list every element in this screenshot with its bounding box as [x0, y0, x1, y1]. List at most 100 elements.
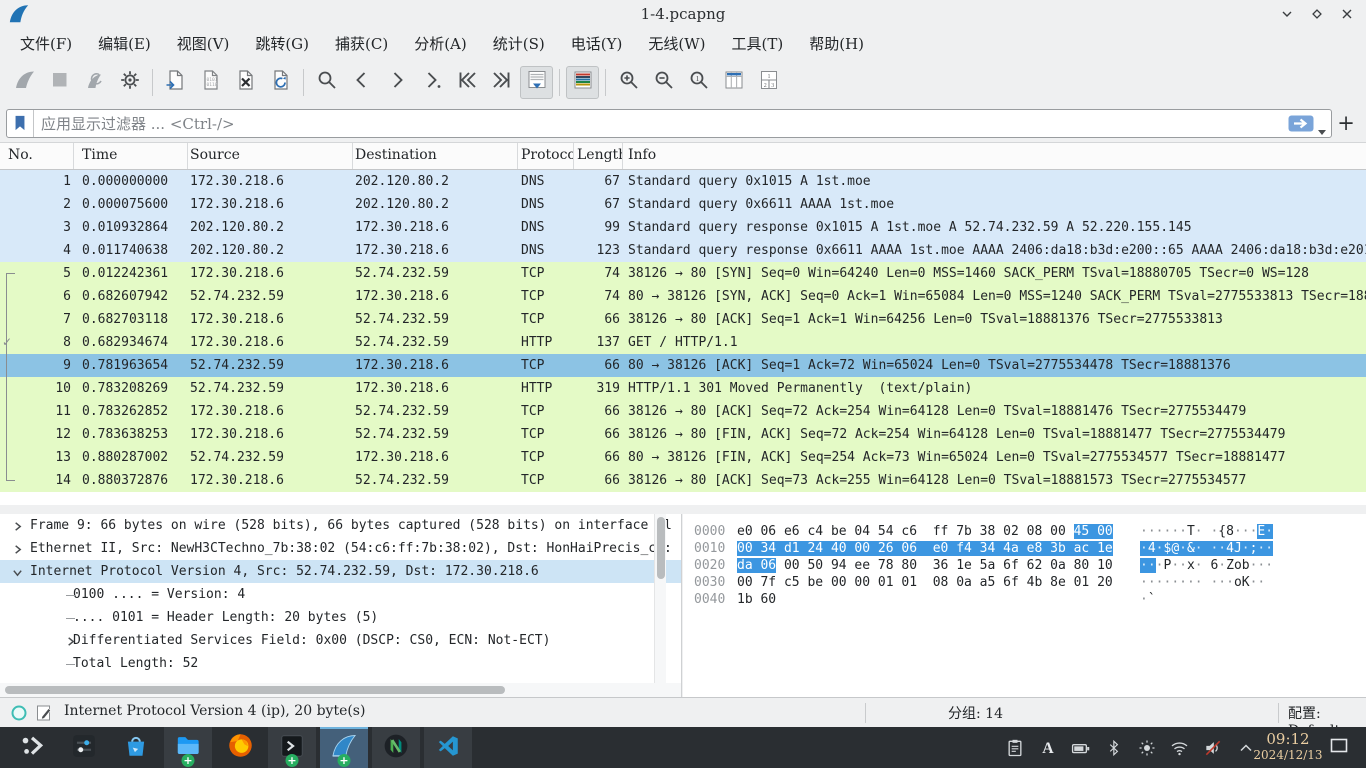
go-forward-button[interactable] [380, 66, 413, 99]
taskbar-firefox[interactable] [216, 727, 264, 768]
menu-item-5[interactable]: 分析(A) [401, 30, 480, 58]
layout-123-button[interactable]: 123 [752, 66, 785, 99]
filter-add-button[interactable]: + [1332, 109, 1360, 138]
expander-right-icon[interactable] [10, 542, 24, 556]
detail-row[interactable]: 0100 .... = Version: 4 [0, 583, 681, 606]
taskbar-system-settings[interactable] [60, 727, 108, 768]
packet-row[interactable]: 120.783638253172.30.218.652.74.232.59TCP… [0, 423, 1366, 446]
close-file-button[interactable] [229, 66, 262, 99]
hex-row[interactable]: 00401b 60·` [683, 591, 1366, 608]
taskbar-discover[interactable] [112, 727, 160, 768]
stop-capture-button[interactable] [43, 66, 76, 99]
detail-row[interactable]: .... 0101 = Header Length: 20 bytes (5) [0, 606, 681, 629]
filter-bookmark-icon[interactable] [7, 110, 34, 137]
taskbar-neovim[interactable] [372, 727, 420, 768]
taskbar-terminal[interactable]: + [268, 727, 316, 768]
zoom-out-button[interactable] [647, 66, 680, 99]
start-capture-button[interactable] [8, 66, 41, 99]
packet-row[interactable]: 140.880372876172.30.218.652.74.232.59TCP… [0, 469, 1366, 492]
hex-row[interactable]: 001000 34 d1 24 40 00 26 06 e0 f4 34 4a … [683, 540, 1366, 557]
display-filter-input[interactable]: 应用显示过滤器 ... <Ctrl-/> [6, 109, 1332, 138]
expert-info-icon[interactable] [10, 704, 28, 726]
open-file-button[interactable] [159, 66, 192, 99]
packet-row[interactable]: 70.682703118172.30.218.652.74.232.59TCP6… [0, 308, 1366, 331]
column-header-time[interactable]: Time [74, 143, 188, 169]
menu-item-3[interactable]: 跳转(G) [242, 30, 322, 58]
taskbar-vscode[interactable] [424, 727, 472, 768]
pane-splitter[interactable] [0, 505, 1366, 514]
menu-item-6[interactable]: 统计(S) [480, 30, 558, 58]
minimize-button[interactable] [1278, 5, 1296, 23]
menu-item-8[interactable]: 无线(W) [635, 30, 718, 58]
detail-row[interactable]: Total Length: 52 [0, 652, 681, 675]
wifi-icon[interactable] [1169, 737, 1190, 758]
packet-row[interactable]: 40.011740638202.120.80.2172.30.218.6DNS1… [0, 239, 1366, 262]
column-header-protocol[interactable]: Protocol [518, 143, 574, 169]
packet-row[interactable]: 50.012242361172.30.218.652.74.232.59TCP7… [0, 262, 1366, 285]
packet-row[interactable]: 80.682934674172.30.218.652.74.232.59HTTP… [0, 331, 1366, 354]
auto-scroll-button[interactable] [520, 66, 553, 99]
find-packet-button[interactable] [310, 66, 343, 99]
go-last-button[interactable] [485, 66, 518, 99]
packet-row[interactable]: 30.010932864202.120.80.2172.30.218.6DNS9… [0, 216, 1366, 239]
detail-row[interactable]: Ethernet II, Src: NewH3CTechno_7b:38:02 … [0, 537, 681, 560]
filter-apply-button[interactable] [1288, 115, 1314, 136]
packet-row[interactable]: 100.78320826952.74.232.59172.30.218.6HTT… [0, 377, 1366, 400]
packet-row[interactable]: 130.88028700252.74.232.59172.30.218.6TCP… [0, 446, 1366, 469]
bluetooth-icon[interactable] [1103, 737, 1124, 758]
restart-capture-button[interactable] [78, 66, 111, 99]
menu-item-7[interactable]: 电话(Y) [558, 30, 636, 58]
column-header-source[interactable]: Source [188, 143, 353, 169]
capture-options-button[interactable] [113, 66, 146, 99]
resize-columns-button[interactable] [717, 66, 750, 99]
menu-item-10[interactable]: 帮助(H) [796, 30, 877, 58]
taskbar-app-launcher[interactable] [8, 727, 56, 768]
volume-muted-icon[interactable] [1202, 737, 1223, 758]
menu-item-9[interactable]: 工具(T) [718, 30, 796, 58]
taskbar-wireshark[interactable]: + [320, 727, 368, 768]
zoom-in-button[interactable] [612, 66, 645, 99]
save-file-button[interactable]: 01010110 [194, 66, 227, 99]
scrollbar-handle[interactable] [5, 686, 505, 694]
menu-item-0[interactable]: 文件(F) [7, 30, 85, 58]
packet-row[interactable]: 10.000000000172.30.218.6202.120.80.2DNS6… [0, 170, 1366, 193]
clock[interactable]: 09:12 2024/12/13 [1248, 730, 1328, 762]
detail-row[interactable]: Internet Protocol Version 4, Src: 52.74.… [0, 560, 681, 583]
hex-row[interactable]: 0000e0 06 e6 c4 be 04 54 c6 ff 7b 38 02 … [683, 523, 1366, 540]
packet-row[interactable]: 90.78196365452.74.232.59172.30.218.6TCP6… [0, 354, 1366, 377]
colorize-packets-button[interactable] [566, 66, 599, 99]
packet-row[interactable]: 110.783262852172.30.218.652.74.232.59TCP… [0, 400, 1366, 423]
close-button[interactable] [1338, 5, 1356, 23]
input-method-icon[interactable]: A [1037, 737, 1058, 758]
go-first-button[interactable] [450, 66, 483, 99]
show-desktop-button[interactable] [1330, 738, 1348, 758]
details-vertical-scrollbar[interactable] [654, 514, 666, 683]
expander-down-icon[interactable] [10, 565, 24, 579]
column-header-no[interactable]: No. [0, 143, 74, 169]
clipboard-icon[interactable] [1004, 737, 1025, 758]
scrollbar-handle[interactable] [657, 517, 665, 579]
brightness-icon[interactable] [1136, 737, 1157, 758]
column-header-length[interactable]: Length [574, 143, 623, 169]
packet-row[interactable]: 20.000075600172.30.218.6202.120.80.2DNS6… [0, 193, 1366, 216]
go-back-button[interactable] [345, 66, 378, 99]
menu-item-1[interactable]: 编辑(E) [85, 30, 164, 58]
zoom-reset-button[interactable]: 1 [682, 66, 715, 99]
reload-file-button[interactable] [264, 66, 297, 99]
menu-item-2[interactable]: 视图(V) [164, 30, 243, 58]
hex-row[interactable]: 0020da 06 00 50 94 ee 78 80 36 1e 5a 6f … [683, 557, 1366, 574]
detail-row[interactable]: Frame 9: 66 bytes on wire (528 bits), 66… [0, 514, 681, 537]
taskbar-file-manager[interactable]: + [164, 727, 212, 768]
maximize-button[interactable] [1308, 5, 1326, 23]
expander-right-icon[interactable] [10, 519, 24, 533]
column-header-info[interactable]: Info [623, 143, 1366, 169]
filter-dropdown-caret-icon[interactable] [1317, 121, 1327, 140]
battery-icon[interactable] [1070, 737, 1091, 758]
go-to-packet-button[interactable] [415, 66, 448, 99]
menu-item-4[interactable]: 捕获(C) [322, 30, 401, 58]
detail-row[interactable]: Differentiated Services Field: 0x00 (DSC… [0, 629, 681, 652]
capture-comment-icon[interactable] [36, 704, 53, 726]
column-header-destination[interactable]: Destination [353, 143, 518, 169]
details-horizontal-scrollbar[interactable] [0, 683, 682, 697]
expander-right-icon[interactable] [63, 634, 77, 648]
